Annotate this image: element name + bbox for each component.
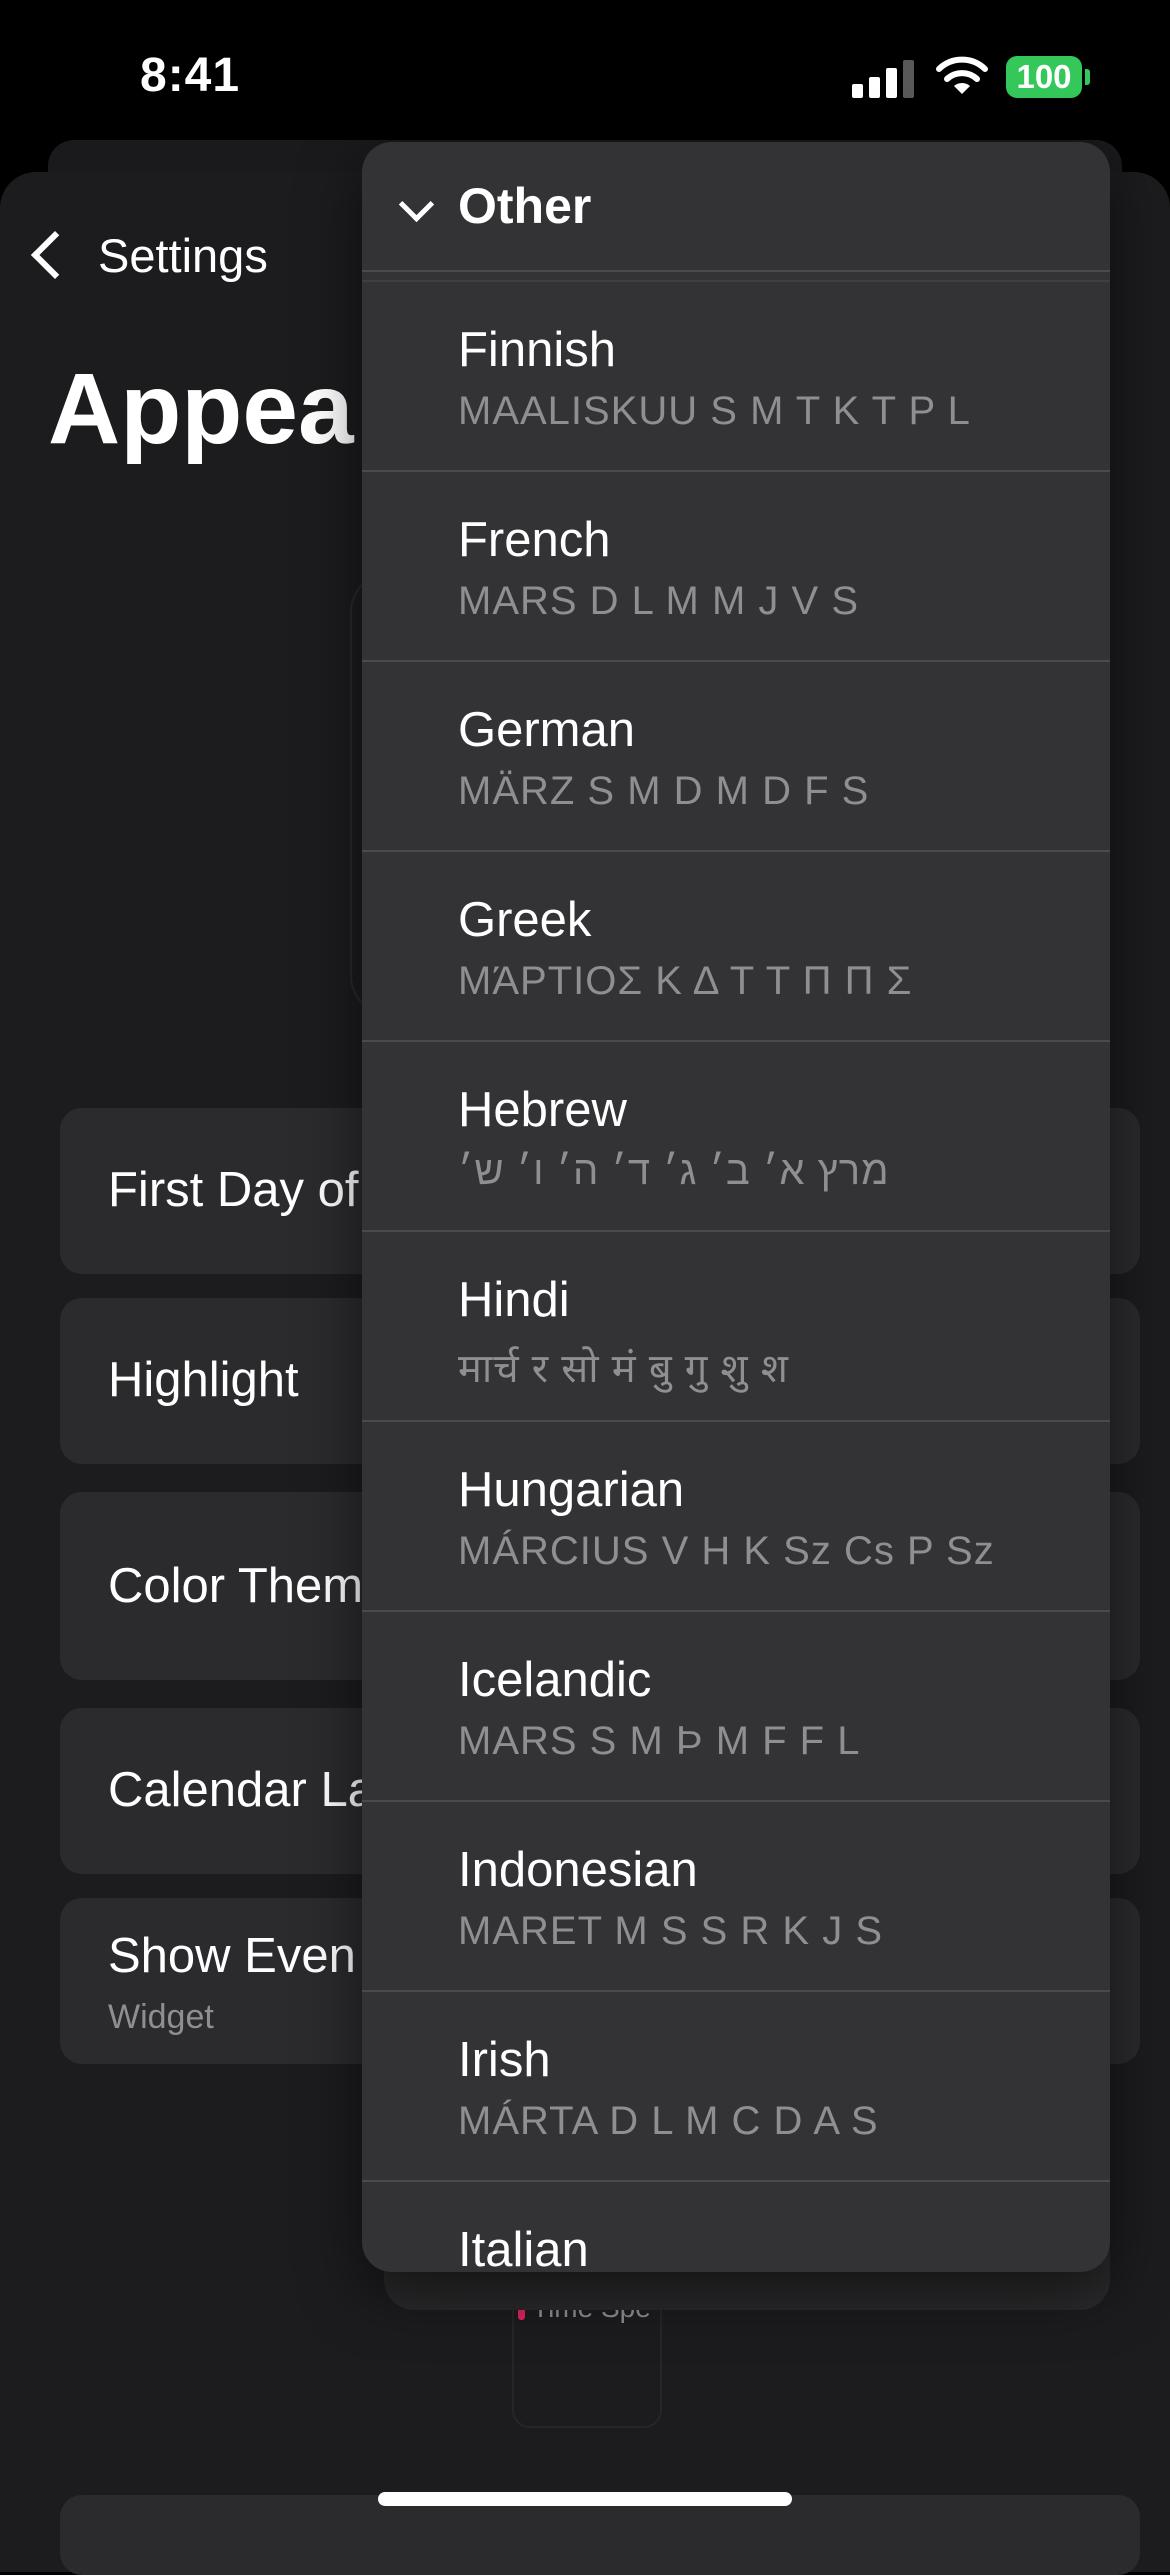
status-bar: 8:41 100 bbox=[0, 0, 1170, 150]
language-name: Hungarian bbox=[458, 1463, 685, 1517]
menu-item-irish[interactable]: Irish MÁRTA D L M C D A S bbox=[362, 1992, 1110, 2182]
row-label: First Day of bbox=[108, 1163, 359, 1217]
menu-item-hindi[interactable]: Hindi मार्च र सो मं बु गु शु श bbox=[362, 1232, 1110, 1422]
language-sample: MAALISKUU S M T K T P L bbox=[458, 389, 971, 433]
language-name: German bbox=[458, 703, 636, 757]
menu-item-hungarian[interactable]: Hungarian MÁRCIUS V H K Sz Cs P Sz bbox=[362, 1422, 1110, 1612]
language-menu: Other Finnish MAALISKUU S M T K T P L Fr… bbox=[362, 142, 1110, 2272]
language-sample: मार्च र सो मं बु गु शु श bbox=[458, 1347, 789, 1391]
settings-row-bottom[interactable] bbox=[60, 2495, 1140, 2575]
language-name: French bbox=[458, 513, 611, 567]
language-sample: מרץ א׳ ב׳ ג׳ ד׳ ה׳ ו׳ ש׳ bbox=[458, 1149, 890, 1193]
row-sublabel: Widget bbox=[108, 1998, 214, 2036]
language-name: Indonesian bbox=[458, 1843, 698, 1897]
battery-cap bbox=[1085, 69, 1090, 85]
language-name: Italian bbox=[458, 2223, 589, 2272]
menu-item-italian[interactable]: Italian bbox=[362, 2182, 1110, 2272]
battery-icon: 100 bbox=[1006, 56, 1082, 98]
row-label: Calendar La bbox=[108, 1763, 375, 1817]
back-button[interactable]: Settings bbox=[22, 222, 268, 288]
language-sample: MÁRTA D L M C D A S bbox=[458, 2099, 879, 2143]
row-label: Highlight bbox=[108, 1353, 299, 1407]
row-label: Show Even bbox=[108, 1929, 356, 1983]
menu-item-finnish[interactable]: Finnish MAALISKUU S M T K T P L bbox=[362, 282, 1110, 472]
chevron-left-icon bbox=[30, 230, 80, 280]
chevron-down-icon bbox=[398, 186, 435, 223]
language-sample: MÁRCIUS V H K Sz Cs P Sz bbox=[458, 1529, 995, 1573]
home-indicator[interactable] bbox=[378, 2492, 792, 2506]
language-sample: MARS D L M M J V S bbox=[458, 579, 860, 623]
language-name: Icelandic bbox=[458, 1653, 652, 1707]
language-name: Hebrew bbox=[458, 1083, 627, 1137]
language-name: Hindi bbox=[458, 1273, 570, 1327]
wifi-icon bbox=[936, 56, 988, 94]
language-list: Finnish MAALISKUU S M T K T P L French M… bbox=[362, 282, 1110, 2272]
language-sample: MARS S M Þ M F F L bbox=[458, 1719, 861, 1763]
row-label: Color Them bbox=[108, 1559, 364, 1613]
language-name: Finnish bbox=[458, 323, 616, 377]
menu-item-icelandic[interactable]: Icelandic MARS S M Þ M F F L bbox=[362, 1612, 1110, 1802]
language-name: Greek bbox=[458, 893, 592, 947]
menu-item-indonesian[interactable]: Indonesian MARET M S S R K J S bbox=[362, 1802, 1110, 1992]
menu-item-greek[interactable]: Greek ΜΆΡΤΙΟΣ Κ Δ Τ Τ Π Π Σ bbox=[362, 852, 1110, 1042]
menu-item-german[interactable]: German MÄRZ S M D M D F S bbox=[362, 662, 1110, 852]
menu-section-label: Other bbox=[458, 178, 592, 234]
menu-item-french[interactable]: French MARS D L M M J V S bbox=[362, 472, 1110, 662]
language-sample: MÄRZ S M D M D F S bbox=[458, 769, 870, 813]
language-name: Irish bbox=[458, 2033, 551, 2087]
back-label: Settings bbox=[98, 228, 268, 282]
cellular-signal-icon bbox=[852, 58, 914, 98]
language-sample: MARET M S S R K J S bbox=[458, 1909, 883, 1953]
page-title: Appea bbox=[48, 353, 354, 465]
menu-item-hebrew[interactable]: Hebrew מרץ א׳ ב׳ ג׳ ד׳ ה׳ ו׳ ש׳ bbox=[362, 1042, 1110, 1232]
language-sample: ΜΆΡΤΙΟΣ Κ Δ Τ Τ Π Π Σ bbox=[458, 959, 913, 1003]
status-time: 8:41 bbox=[140, 49, 241, 102]
menu-section-header[interactable]: Other bbox=[362, 142, 1110, 272]
